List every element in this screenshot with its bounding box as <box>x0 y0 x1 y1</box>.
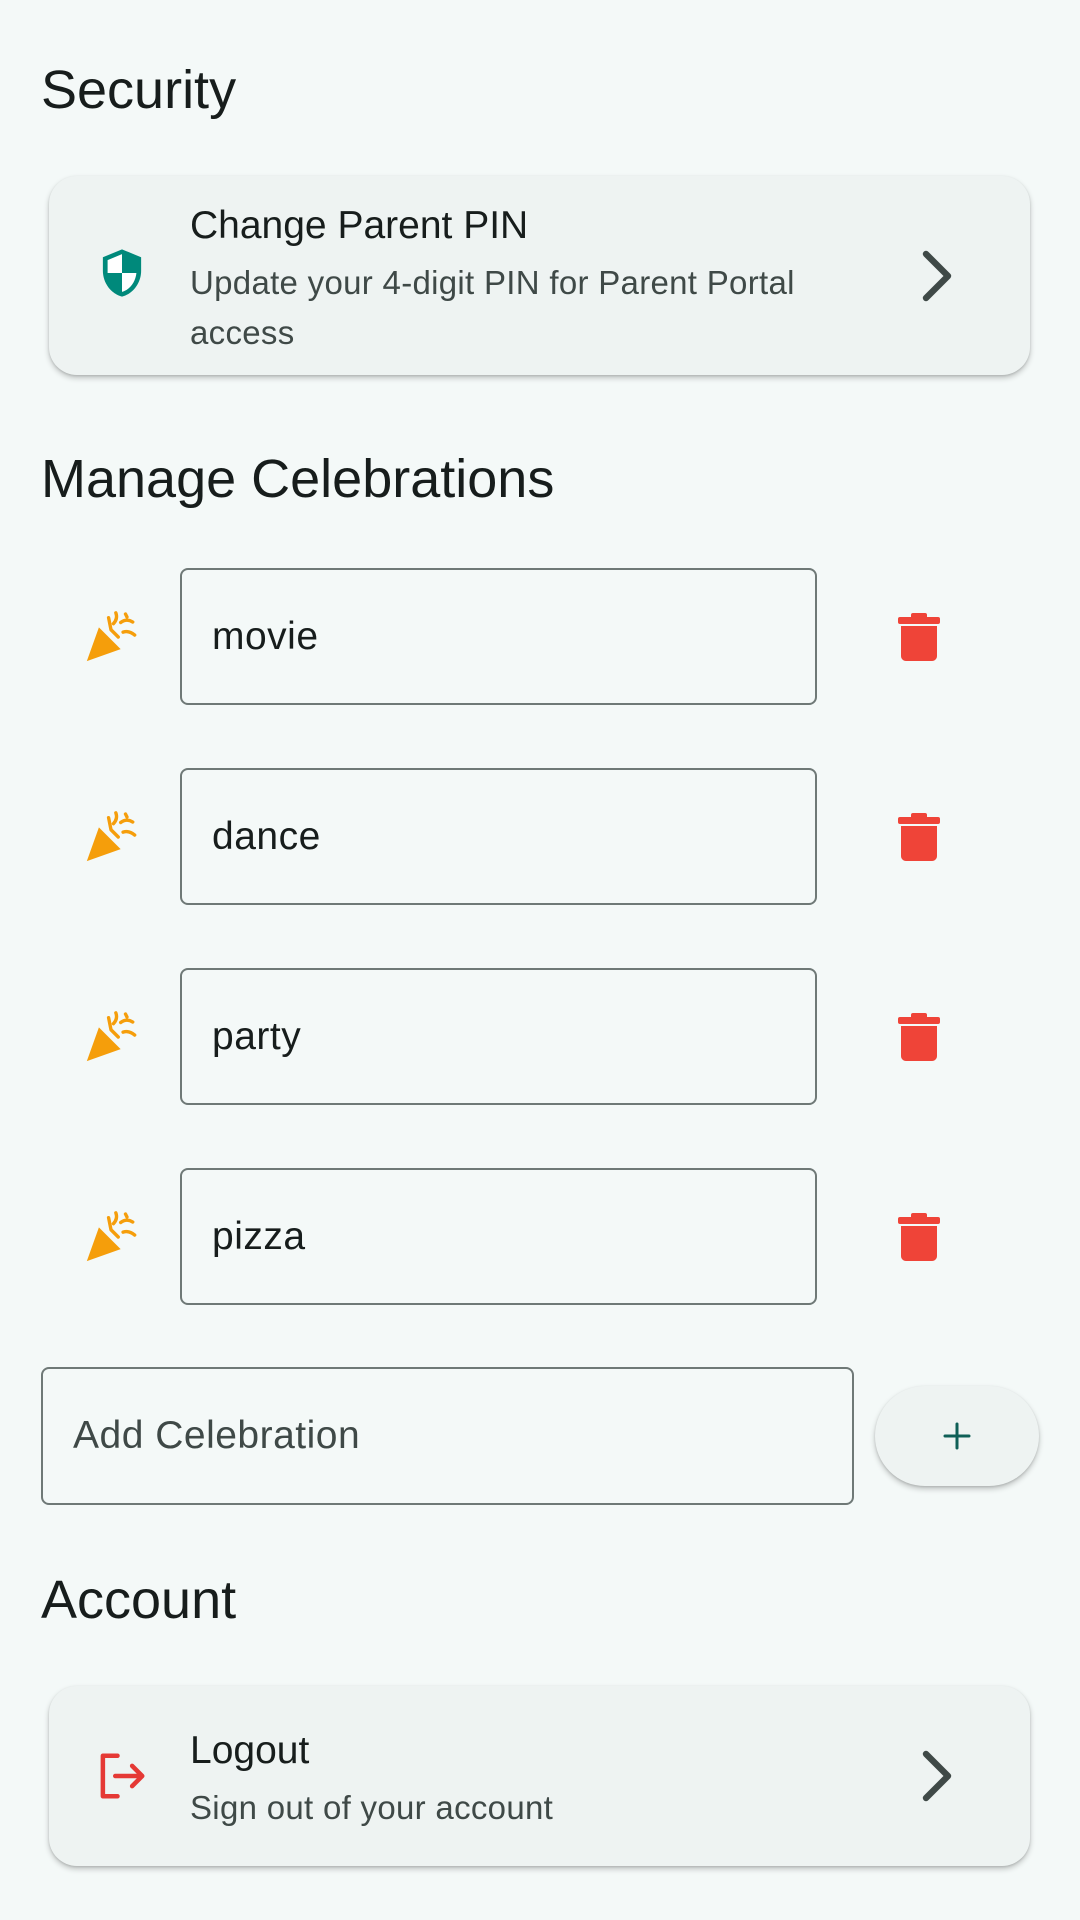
add-celebration-button[interactable] <box>875 1386 1039 1486</box>
party-popper-icon <box>86 611 137 662</box>
celebration-input-party[interactable] <box>180 968 817 1105</box>
change-pin-subtitle: Update your 4-digit PIN for Parent Porta… <box>190 264 795 351</box>
trash-icon[interactable] <box>897 1212 941 1262</box>
celebration-input-dance[interactable] <box>180 768 817 905</box>
plus-icon <box>943 1422 971 1450</box>
logout-title: Logout <box>190 1729 310 1772</box>
chevron-right-icon <box>922 1750 952 1802</box>
trash-icon[interactable] <box>897 812 941 862</box>
celebration-input-pizza[interactable] <box>180 1168 817 1305</box>
logout-card[interactable]: Logout Sign out of your account <box>49 1686 1030 1866</box>
party-popper-icon <box>86 811 137 862</box>
add-celebration-input[interactable] <box>41 1367 854 1505</box>
shield-icon <box>102 249 142 297</box>
change-parent-pin-card[interactable]: Change Parent PIN Update your 4-digit PI… <box>49 176 1030 375</box>
party-popper-icon <box>86 1211 137 1262</box>
account-heading: Account <box>41 1570 237 1630</box>
party-popper-icon <box>86 1011 137 1062</box>
trash-icon[interactable] <box>897 612 941 662</box>
chevron-right-icon <box>922 250 952 302</box>
security-heading: Security <box>41 60 237 120</box>
trash-icon[interactable] <box>897 1012 941 1062</box>
manage-celebrations-heading: Manage Celebrations <box>41 449 555 509</box>
celebration-input-movie[interactable] <box>180 568 817 705</box>
logout-icon <box>100 1753 145 1799</box>
change-pin-title: Change Parent PIN <box>190 204 529 247</box>
logout-subtitle: Sign out of your account <box>190 1789 554 1826</box>
